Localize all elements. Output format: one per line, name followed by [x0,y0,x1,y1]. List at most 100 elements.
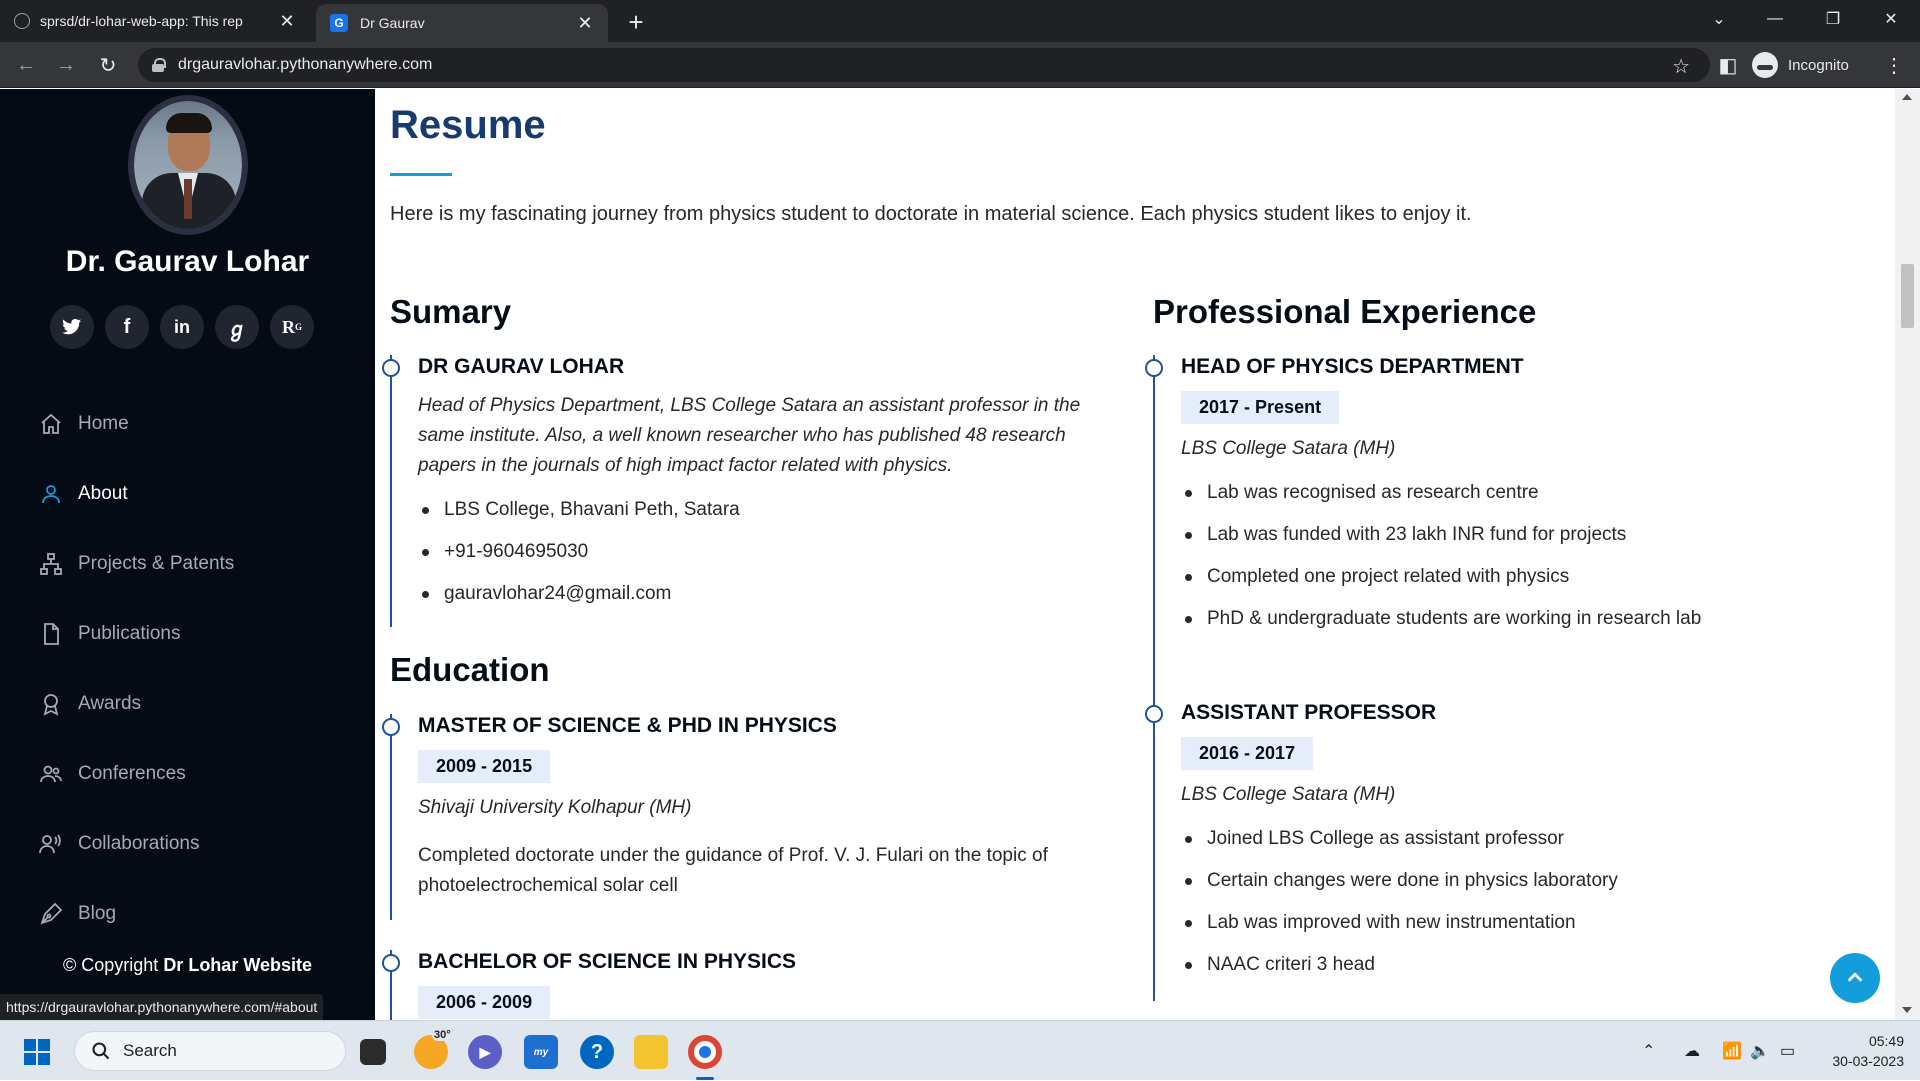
side-panel-icon[interactable]: ◧ [1714,51,1742,79]
tray-chevron-up-icon[interactable]: ⌃ [1642,1021,1655,1081]
reload-icon[interactable]: ↻ [94,51,122,79]
scroll-up-arrow-icon[interactable] [1902,94,1912,100]
education-item: MASTER OF SCIENCE & PHD IN PHYSICS 2009 … [382,714,1130,920]
experience-title: HEAD OF PHYSICS DEPARTMENT [1181,355,1524,378]
help-icon[interactable]: ? [580,1035,614,1069]
education-period: 2006 - 2009 [418,986,551,1019]
windows-start-icon[interactable] [24,1039,50,1065]
sidebar-nav: Home About Projects & Patents Publicatio… [38,389,234,949]
site-favicon-icon: G [330,14,348,32]
resume-intro: Here is my fascinating journey from phys… [390,203,1472,225]
browser-tab-bar: sprsd/dr-lohar-web-app: This rep ✕ G Dr … [0,0,1920,42]
pen-icon [38,901,64,927]
tab-dr-gaurav[interactable]: G Dr Gaurav ✕ [316,4,608,42]
sidebar-item-collaborations[interactable]: Collaborations [38,809,234,879]
back-arrow-icon[interactable]: ← [12,51,40,79]
sidebar-item-publications[interactable]: Publications [38,599,234,669]
list-item: LBS College, Bhavani Peth, Satara [418,489,1130,531]
clock-date: 30-03-2023 [1832,1053,1904,1069]
sidebar-item-label: Projects & Patents [78,553,235,574]
tab-github[interactable]: sprsd/dr-lohar-web-app: This rep ✕ [0,0,310,42]
list-item: Lab was recognised as research centre [1181,472,1853,514]
lock-icon [152,58,166,72]
summary-description: Head of Physics Department, LBS College … [418,395,1081,476]
myhp-label: my [533,1046,549,1058]
facebook-icon[interactable]: f [105,305,149,349]
task-view-icon[interactable] [360,1039,386,1065]
experience-period: 2016 - 2017 [1181,737,1314,770]
person-icon [38,481,64,507]
list-item: NAAC criteri 3 head [1181,944,1853,986]
sidebar-item-blog[interactable]: Blog [38,879,234,949]
sidebar-item-label: About [78,483,128,504]
menu-kebab-icon[interactable]: ⋮ [1880,51,1908,79]
education-heading: Education [390,651,550,688]
restore-button[interactable]: ❐ [1808,0,1858,38]
weather-icon[interactable]: 30° [414,1029,453,1069]
bookmark-star-icon[interactable]: ☆ [1672,54,1690,79]
scroll-down-arrow-icon[interactable] [1902,1007,1912,1013]
education-institution: Shivaji University Kolhapur (MH) [418,797,692,818]
list-item: Joined LBS College as assistant professo… [1181,818,1853,860]
address-bar[interactable]: drgauravlohar.pythonanywhere.com ☆ [138,48,1710,82]
wifi-icon[interactable]: 📶 [1722,1021,1742,1081]
back-to-top-button[interactable] [1830,953,1880,1003]
researchgate-icon[interactable]: RG [270,305,314,349]
taskbar: Search 30° ▶ my ? ⌃ ☁ 📶 🔈 ▭ 05:49 30-03-… [0,1020,1920,1080]
copyright: © Copyright Dr Lohar Website [0,955,375,976]
search-placeholder: Search [123,1041,177,1060]
myhp-icon[interactable]: my [524,1035,558,1069]
list-item: gauravlohar24@gmail.com [418,573,1130,615]
sidebar-item-label: Conferences [78,763,186,784]
people-icon [38,761,64,787]
tab-search-chevron-icon[interactable]: ⌄ [1694,0,1744,38]
page-scrollbar[interactable] [1895,89,1920,1020]
google-scholar-icon[interactable]: ℊ [215,305,259,349]
sidebar-item-awards[interactable]: Awards [38,669,234,739]
close-icon[interactable]: ✕ [278,11,296,31]
sidebar-item-projects[interactable]: Projects & Patents [38,529,234,599]
sidebar-item-conferences[interactable]: Conferences [38,739,234,809]
close-icon[interactable]: ✕ [576,13,594,33]
sidebar-item-label: Blog [78,903,117,924]
incognito-profile-button[interactable]: Incognito [1752,48,1849,82]
teams-chat-icon[interactable]: ▶ [468,1035,502,1069]
list-item: Lab was improved with new instrumentatio… [1181,902,1853,944]
list-item: PhD & undergraduate students are working… [1181,598,1853,640]
onedrive-cloud-icon[interactable]: ☁ [1684,1021,1700,1081]
profile-name: Dr. Gaurav Lohar [65,245,310,278]
chrome-icon[interactable] [688,1035,722,1069]
close-window-button[interactable]: ✕ [1866,0,1916,38]
summary-heading: Sumary [390,293,512,330]
new-tab-button[interactable]: + [622,7,650,37]
scroll-thumb[interactable] [1901,264,1914,328]
list-item: Completed one project related with physi… [1181,556,1853,598]
sidebar-item-label: Collaborations [78,833,200,854]
linkedin-icon[interactable]: in [160,305,204,349]
person-voice-icon [38,831,64,857]
experience-institution: LBS College Satara (MH) [1181,438,1396,459]
twitter-icon[interactable] [50,305,94,349]
experience-points: Lab was recognised as research centre La… [1181,472,1853,640]
summary-name: DR GAURAV LOHAR [418,355,625,378]
experience-period: 2017 - Present [1181,391,1340,424]
tab-title: sprsd/dr-lohar-web-app: This rep [40,13,243,29]
award-icon [38,691,64,717]
taskbar-search[interactable]: Search [74,1031,346,1071]
minimize-button[interactable]: — [1750,0,1800,38]
volume-icon[interactable]: 🔈 [1750,1021,1770,1081]
resume-section: Resume Here is my fascinating journey fr… [375,89,1895,1020]
link-status-url: https://drgauravlohar.pythonanywhere.com… [0,994,324,1020]
taskbar-clock[interactable]: 05:49 30-03-2023 [1814,1031,1904,1071]
experience-institution: LBS College Satara (MH) [1181,784,1396,805]
battery-icon[interactable]: ▭ [1780,1021,1795,1081]
list-item: Certain changes were done in physics lab… [1181,860,1853,902]
copyright-site: Dr Lohar Website [163,955,313,975]
forward-arrow-icon[interactable]: → [52,51,80,79]
list-item: +91-9604695030 [418,531,1130,573]
sidebar-item-home[interactable]: Home [38,389,234,459]
sidebar-item-about[interactable]: About [38,459,234,529]
list-item: Lab was funded with 23 lakh INR fund for… [1181,514,1853,556]
file-explorer-icon[interactable] [634,1035,668,1069]
experience-title: ASSISTANT PROFESSOR [1181,701,1437,724]
